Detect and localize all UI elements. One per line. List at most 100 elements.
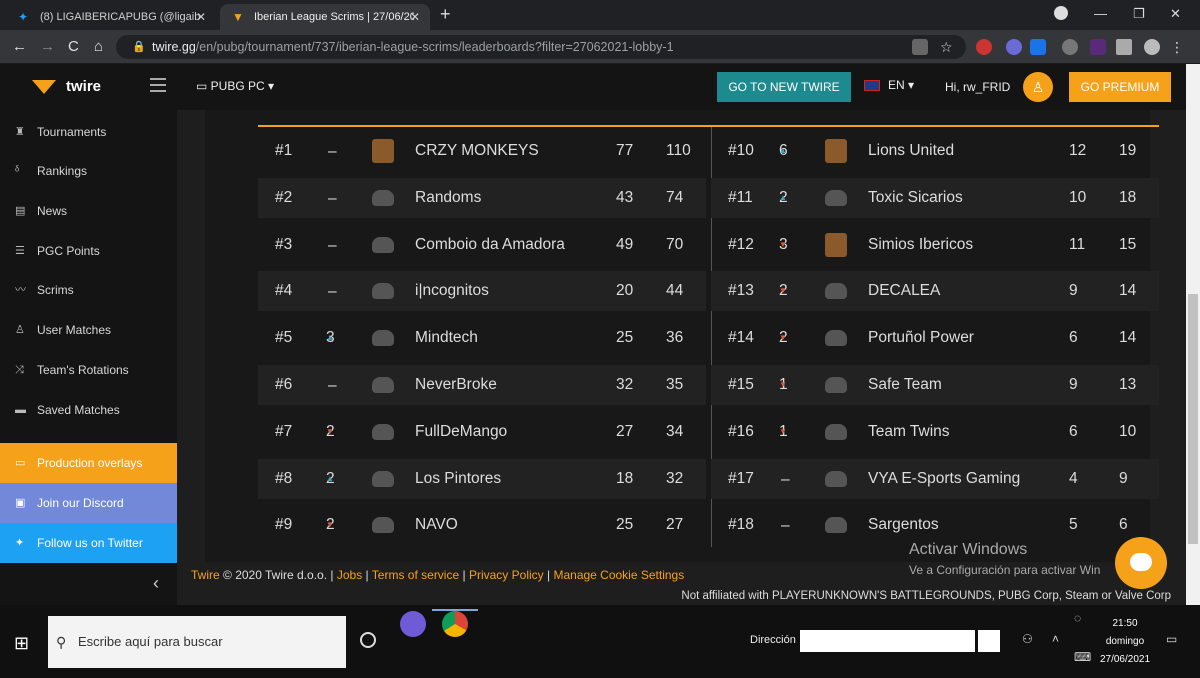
cortana-icon[interactable] bbox=[360, 632, 376, 648]
leaderboard-row[interactable]: #7 ▼ 2 FullDeMango 27 34 bbox=[258, 412, 706, 452]
scrollbar-thumb[interactable] bbox=[1188, 294, 1198, 544]
language-selector[interactable]: EN ▾ bbox=[864, 78, 914, 92]
chrome-app-icon[interactable] bbox=[442, 611, 468, 637]
user-greeting[interactable]: Hi, rw_FRID bbox=[945, 80, 1010, 94]
browser-tab-twitter[interactable]: ✦ (8) LIGAIBERICAPUBG (@ligaiberi ✕ bbox=[6, 4, 216, 30]
leaderboard-row[interactable]: #3 – Comboio da Amadora 49 70 bbox=[258, 225, 706, 265]
sidebar-item-tournaments[interactable]: ♜ Tournaments bbox=[0, 112, 177, 152]
sidebar-item-rankings[interactable]: ᵟ Rankings bbox=[0, 151, 177, 191]
adblock-icon[interactable] bbox=[976, 39, 992, 55]
close-tab-icon[interactable]: ✕ bbox=[410, 10, 420, 24]
people-icon[interactable]: ⚇ bbox=[1022, 632, 1033, 646]
leaderboard-row[interactable]: #16 ▼ 1 Team Twins 6 10 bbox=[711, 412, 1159, 452]
leaderboard-row[interactable]: #8 ▲ 2 Los Pintores 18 32 bbox=[258, 458, 706, 499]
profile-menu-icon[interactable] bbox=[1054, 6, 1068, 20]
jobs-link[interactable]: Jobs bbox=[337, 568, 362, 582]
arrow-up-icon: ▲ bbox=[326, 473, 334, 483]
team-name: Toxic Sicarios bbox=[868, 188, 963, 206]
puzzle-icon[interactable] bbox=[1116, 39, 1132, 55]
home-icon[interactable]: ⌂ bbox=[94, 38, 103, 55]
leaderboard-row[interactable]: #11 ▲ 2 Toxic Sicarios 10 18 bbox=[711, 177, 1159, 218]
extension-icon[interactable] bbox=[1006, 39, 1022, 55]
profile-avatar[interactable] bbox=[1144, 39, 1160, 55]
points-value: 13 bbox=[1119, 376, 1137, 393]
kills-value: 9 bbox=[1069, 282, 1078, 300]
twire-logo[interactable]: twire bbox=[32, 78, 101, 95]
notification-icon[interactable]: ▭ bbox=[1166, 632, 1177, 646]
footer-brand-link[interactable]: Twire bbox=[191, 568, 220, 582]
collapse-sidebar-icon[interactable]: ‹ bbox=[0, 562, 177, 605]
network-icon[interactable]: ◌ bbox=[1074, 611, 1081, 625]
helmet-icon bbox=[825, 517, 847, 534]
sidebar-item-user-matches[interactable]: ♙ User Matches bbox=[0, 310, 177, 350]
go-to-new-twire-button[interactable]: GO TO NEW TWIRE bbox=[717, 72, 851, 102]
leaderboard-row[interactable]: #17 – VYA E-Sports Gaming 4 9 bbox=[711, 458, 1159, 499]
leaderboard-row[interactable]: #9 ▼ 2 NAVO 25 27 bbox=[258, 505, 706, 545]
leaderboard-row[interactable]: #13 ▼ 2 DECALEA 9 14 bbox=[711, 271, 1159, 312]
sidebar-item-scrims[interactable]: 〰 Scrims bbox=[0, 270, 177, 310]
restore-icon[interactable]: ❐ bbox=[1133, 6, 1145, 22]
browser-tab-twire[interactable]: ▼ Iberian League Scrims | 27/06/202 ✕ bbox=[220, 4, 430, 30]
system-clock[interactable]: 21:50 domingo 27/06/2021 bbox=[1095, 615, 1155, 669]
team-logo bbox=[825, 232, 847, 257]
sidebar-item-discord[interactable]: ▣ Join our Discord bbox=[0, 483, 177, 523]
leaderboard-row[interactable]: #14 ▼ 2 Portuñol Power 6 14 bbox=[711, 318, 1159, 358]
leaderboard-row[interactable]: #12 ▼ 3 Simios Ibericos 11 15 bbox=[711, 225, 1159, 265]
bookmark-star-icon[interactable]: ☆ bbox=[940, 39, 956, 55]
hamburger-menu-icon[interactable] bbox=[150, 78, 166, 92]
browser-tab-bar: ✦ (8) LIGAIBERICAPUBG (@ligaiberi ✕ ▼ Ib… bbox=[0, 0, 1200, 30]
terms-link[interactable]: Terms of service bbox=[372, 568, 459, 582]
sidebar-item-twitter[interactable]: ✦ Follow us on Twitter bbox=[0, 523, 177, 563]
taskbar-search-input[interactable]: ⚲ Escribe aquí para buscar bbox=[48, 616, 346, 668]
url-field[interactable]: 🔒 twire.gg/en/pubg/tournament/737/iberia… bbox=[116, 35, 966, 59]
rank-change: – bbox=[781, 505, 790, 546]
user-avatar-icon[interactable]: ♙ bbox=[1023, 72, 1053, 102]
helmet-icon bbox=[372, 236, 394, 253]
sidebar-item-saved-matches[interactable]: ▬ Saved Matches bbox=[0, 390, 177, 430]
page-scrollbar[interactable] bbox=[1186, 64, 1200, 605]
leaderboard-row[interactable]: #5 ▲ 3 Mindtech 25 36 bbox=[258, 318, 706, 358]
address-toolbar-input[interactable] bbox=[800, 630, 975, 652]
leaderboard-row[interactable]: #1 – CRZY MONKEYS 77 110 bbox=[258, 131, 706, 171]
chat-bubble-icon[interactable] bbox=[1115, 537, 1167, 589]
close-tab-icon[interactable]: ✕ bbox=[196, 10, 206, 24]
discord-app-icon[interactable] bbox=[400, 611, 426, 637]
platform-selector[interactable]: ▭ PUBG PC ▾ bbox=[196, 79, 274, 93]
go-premium-button[interactable]: GO PREMIUM bbox=[1069, 72, 1171, 102]
sidebar-item-production-overlays[interactable]: ▭ Production overlays bbox=[0, 443, 177, 483]
windows-start-icon[interactable]: ⊞ bbox=[14, 633, 29, 654]
team-name: CRZY MONKEYS bbox=[415, 142, 539, 159]
sidebar-item-news[interactable]: ▤ News bbox=[0, 191, 177, 231]
twitch-extension-icon[interactable] bbox=[1090, 39, 1106, 55]
leaderboard-row[interactable]: #2 – Randoms 43 74 bbox=[258, 177, 706, 218]
iq-extension-icon[interactable] bbox=[1030, 39, 1046, 55]
chevron-up-icon[interactable]: ˄ bbox=[1052, 632, 1059, 646]
team-name: Comboio da Amadora bbox=[415, 235, 565, 253]
url-host: twire.gg bbox=[152, 40, 196, 54]
privacy-link[interactable]: Privacy Policy bbox=[469, 568, 544, 582]
new-tab-button[interactable]: + bbox=[440, 4, 451, 25]
footer-links: Twire © 2020 Twire d.o.o. | Jobs | Terms… bbox=[191, 568, 684, 582]
leaderboard-row[interactable]: #4 – i|ncognitos 20 44 bbox=[258, 271, 706, 312]
extension-icon[interactable] bbox=[1062, 39, 1078, 55]
address-go-icon[interactable] bbox=[978, 630, 1000, 652]
close-window-icon[interactable]: ✕ bbox=[1170, 6, 1181, 22]
sidebar-item-label: News bbox=[37, 204, 68, 218]
leaderboard-row[interactable]: #10 ▲ 6 Lions United 12 19 bbox=[711, 131, 1159, 171]
leaderboard-row[interactable]: #15 ▼ 1 Safe Team 9 13 bbox=[711, 365, 1159, 405]
sidebar-item-pgc-points[interactable]: ☰ PGC Points bbox=[0, 231, 177, 271]
rank-label: #2 bbox=[275, 188, 293, 206]
translate-icon[interactable] bbox=[912, 39, 928, 55]
activate-windows-watermark: Activar Windows Ve a Configuración para … bbox=[909, 540, 1100, 580]
keyboard-icon[interactable]: ⌨ bbox=[1074, 650, 1091, 664]
helmet-icon bbox=[825, 330, 847, 347]
menu-dots-icon[interactable]: ⋮ bbox=[1170, 39, 1186, 55]
minimize-icon[interactable]: — bbox=[1094, 6, 1107, 21]
reload-icon[interactable]: C bbox=[68, 38, 79, 55]
sidebar-item-teams-rotations[interactable]: ⤨ Team's Rotations bbox=[0, 350, 177, 390]
back-icon[interactable]: ← bbox=[12, 38, 27, 55]
leaderboard-row[interactable]: #6 – NeverBroke 32 35 bbox=[258, 365, 706, 405]
forward-icon[interactable]: → bbox=[40, 38, 55, 55]
rank-change-value: – bbox=[328, 143, 337, 160]
cookie-settings-link[interactable]: Manage Cookie Settings bbox=[553, 568, 684, 582]
